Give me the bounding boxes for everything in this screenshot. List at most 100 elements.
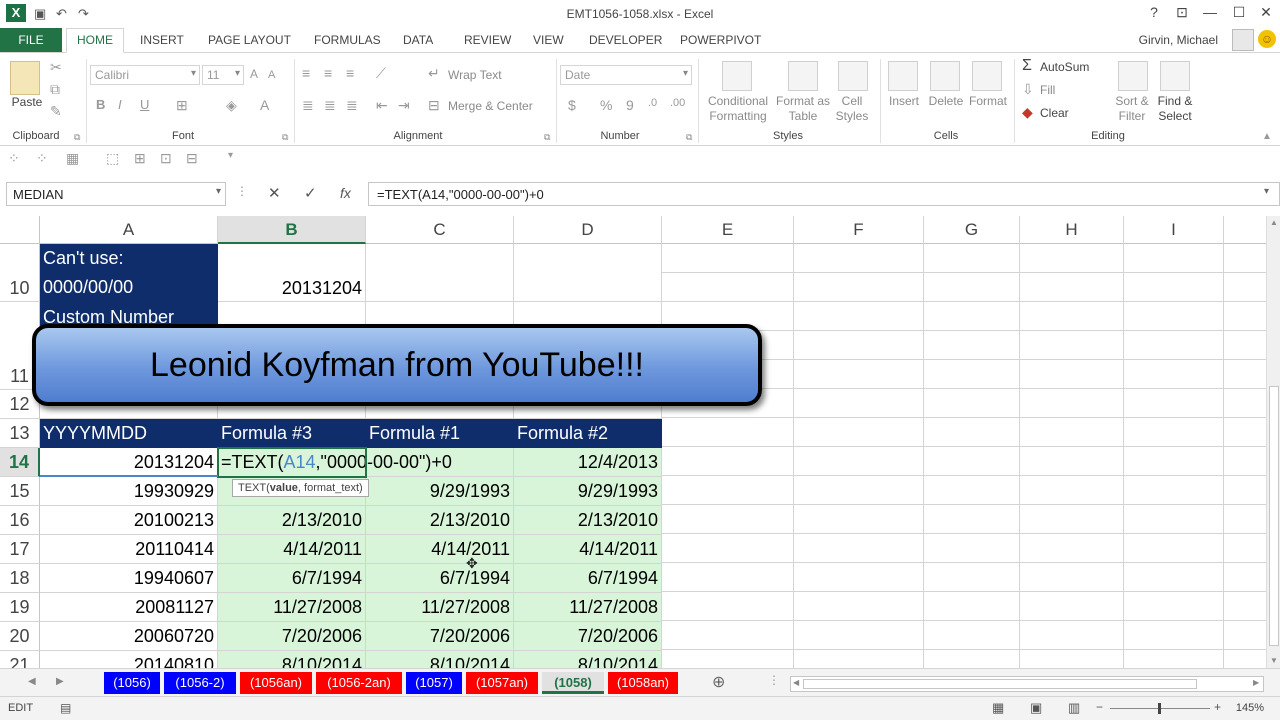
cell-d16[interactable]: 2/13/2010 [514,506,662,535]
column-header-a[interactable]: A [40,216,218,244]
format-as-table-button[interactable]: Format as Table [772,94,834,124]
row-header-21[interactable]: 21 [0,651,40,668]
cell-styles-button[interactable]: Cell Styles [830,94,874,124]
fill-button[interactable]: Fill [1040,83,1055,98]
cell-c16[interactable]: 2/13/2010 [366,506,514,535]
toolbar-icon-6[interactable]: ⊡ [160,150,172,167]
scroll-up-icon[interactable]: ▲ [1270,218,1278,227]
percent-button[interactable]: % [600,97,612,113]
minimize-button[interactable]: — [1198,4,1222,20]
toolbar-icon-1[interactable]: ⁘ [8,150,20,167]
sort-filter-icon[interactable] [1118,61,1148,91]
row-header-18[interactable]: 18 [0,564,40,593]
cell-a14[interactable]: 20131204 [40,448,218,477]
cell-b19[interactable]: 11/27/2008 [218,593,366,622]
sheet-tab-1056-2an[interactable]: (1056-2an) [316,672,402,694]
cell-b21[interactable]: 8/10/2014 [218,651,366,668]
avatar[interactable] [1232,29,1254,51]
zoom-in-icon[interactable]: + [1214,700,1221,714]
tab-review[interactable]: REVIEW [464,33,511,47]
font-color-icon[interactable]: A [260,97,269,113]
customize-toolbar-icon[interactable]: ▾ [228,150,233,161]
comma-button[interactable]: 9 [626,97,634,113]
worksheet-grid[interactable]: A B C D E F G H I 10 Can't use: 0000/00/0… [0,216,1266,668]
page-layout-view-icon[interactable]: ▣ [1030,700,1042,716]
sheet-tab-1057an[interactable]: (1057an) [466,672,538,694]
insert-cells-button[interactable]: Insert [884,94,924,109]
shrink-font-icon[interactable]: A [268,69,275,81]
cell-a13[interactable]: YYYYMMDD [40,419,218,448]
row-header-15[interactable]: 15 [0,477,40,506]
toolbar-icon-4[interactable]: ⬚ [106,150,119,167]
toolbar-icon-3[interactable]: ▦ [66,150,79,167]
cell-c21[interactable]: 8/10/2014 [366,651,514,668]
column-header-b[interactable]: B [218,216,366,244]
underline-button[interactable]: U [140,97,149,112]
cell-c15[interactable]: 9/29/1993 [366,477,514,506]
sheet-tab-1056an[interactable]: (1056an) [240,672,312,694]
increase-indent-icon[interactable]: ⇥ [398,97,410,114]
cell-d19[interactable]: 11/27/2008 [514,593,662,622]
cell-a16[interactable]: 20100213 [40,506,218,535]
orientation-icon[interactable]: ⟋ [376,65,386,82]
tab-insert[interactable]: INSERT [140,33,184,47]
cell-b13[interactable]: Formula #3 [218,419,366,448]
cell-d15[interactable]: 9/29/1993 [514,477,662,506]
clear-button[interactable]: Clear [1040,106,1069,121]
close-button[interactable]: ✕ [1254,4,1278,21]
cell-c10[interactable] [366,244,514,302]
paste-button[interactable]: Paste [10,95,44,110]
cell-a15[interactable]: 19930929 [40,477,218,506]
italic-button[interactable]: I [118,97,122,112]
row-header-13[interactable]: 13 [0,419,40,448]
tab-data[interactable]: DATA [403,33,433,47]
clear-icon[interactable]: ◆ [1022,104,1033,121]
bottom-align-icon[interactable]: ≡ [346,65,354,81]
middle-align-icon[interactable]: ≡ [324,65,332,81]
sheet-tab-1057[interactable]: (1057) [406,672,462,694]
cell-d17[interactable]: 4/14/2011 [514,535,662,564]
name-box[interactable]: MEDIAN ▾ [6,182,226,206]
normal-view-icon[interactable]: ▦ [992,700,1004,716]
bold-button[interactable]: B [96,97,105,112]
scroll-down-icon[interactable]: ▼ [1270,656,1278,665]
merge-center-icon[interactable]: ⊟ [428,97,440,114]
increase-decimal-icon[interactable]: .0 [648,97,657,109]
cut-icon[interactable]: ✂ [50,59,62,76]
file-tab[interactable]: FILE [0,28,62,52]
sheet-tab-1056-2[interactable]: (1056-2) [164,672,236,694]
autosum-button[interactable]: AutoSum [1040,60,1089,75]
number-format-select[interactable]: Date [560,65,692,85]
insert-cells-icon[interactable] [888,61,918,91]
row-header-10[interactable]: 10 [0,244,40,302]
wrap-text-icon[interactable]: ↵ [428,65,440,82]
conditional-formatting-button[interactable]: Conditional Formatting [702,94,774,124]
enter-icon[interactable]: ✓ [304,184,317,202]
cell-d13[interactable]: Formula #2 [514,419,662,448]
font-launcher-icon[interactable]: ⧉ [282,132,288,143]
fill-color-icon[interactable]: ◈ [226,97,237,114]
fill-icon[interactable]: ⇩ [1022,81,1034,98]
borders-icon[interactable]: ⊞ [176,97,188,114]
tab-formulas[interactable]: FORMULAS [314,33,381,47]
cell-b17[interactable]: 4/14/2011 [218,535,366,564]
cell-b20[interactable]: 7/20/2006 [218,622,366,651]
number-launcher-icon[interactable]: ⧉ [686,132,692,143]
column-header-e[interactable]: E [662,216,794,244]
conditional-formatting-icon[interactable] [722,61,752,91]
zoom-out-icon[interactable]: − [1096,700,1103,714]
cell-a18[interactable]: 19940607 [40,564,218,593]
column-header-f[interactable]: F [794,216,924,244]
sheet-tab-1058[interactable]: (1058) [542,672,604,694]
wrap-text-button[interactable]: Wrap Text [448,68,502,83]
column-header-i[interactable]: I [1124,216,1224,244]
cell-styles-icon[interactable] [838,61,868,91]
cell-c19[interactable]: 11/27/2008 [366,593,514,622]
row-header-19[interactable]: 19 [0,593,40,622]
align-center-icon[interactable]: ≣ [324,97,336,114]
cell-a19[interactable]: 20081127 [40,593,218,622]
cell-c20[interactable]: 7/20/2006 [366,622,514,651]
ribbon-display-button[interactable]: ⊡ [1170,4,1194,21]
collapse-ribbon-icon[interactable]: ▲ [1262,131,1272,142]
cell-c18[interactable]: 6/7/1994 [366,564,514,593]
